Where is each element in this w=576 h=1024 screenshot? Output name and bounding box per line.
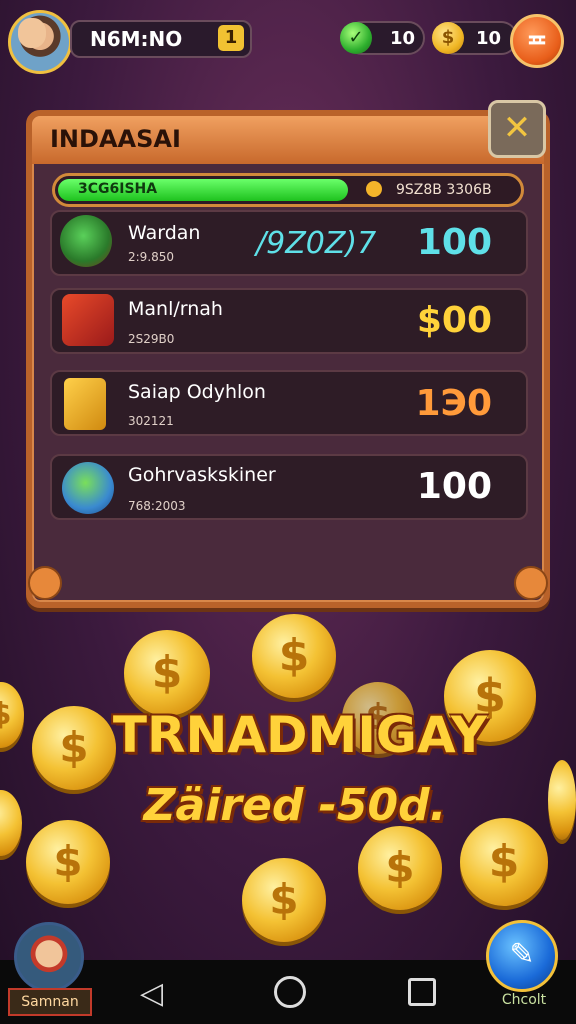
row-sub: 2:9.850 xyxy=(128,250,175,264)
banner-flag-icon xyxy=(64,378,106,430)
flashlight-icon[interactable]: ✎ xyxy=(486,920,558,992)
angry-face-icon[interactable]: ≖ xyxy=(510,14,564,68)
progress-label: 3CG6ISHA xyxy=(78,181,158,197)
progress-marker-icon xyxy=(366,181,382,197)
coins-count: 10 xyxy=(476,28,502,49)
salad-bowl-icon xyxy=(62,462,114,514)
crossed-swords-icon[interactable]: ✕ xyxy=(488,100,546,158)
coin-icon xyxy=(0,790,22,856)
row-value: 100 xyxy=(416,466,492,507)
coin-icon: $ xyxy=(460,818,548,906)
coin-icon: $ xyxy=(124,630,210,716)
row-sub: 302121 xyxy=(128,414,174,428)
bottom-avatar[interactable] xyxy=(14,922,84,992)
row-name: Wardan xyxy=(128,222,201,244)
avatar-face xyxy=(18,18,46,48)
panel-corner-ornament xyxy=(28,566,62,600)
player-name: N6M:NO xyxy=(90,27,183,51)
row-name: Manl/rnah xyxy=(128,298,223,320)
coin-icon: $ xyxy=(358,826,442,910)
gems-count: 10 xyxy=(390,28,416,49)
coin-icon: $ xyxy=(0,682,24,748)
gem-icon: ✓ xyxy=(340,22,372,54)
coin-icon: $ xyxy=(26,820,110,904)
promo-subtitle: Zäired -50d. xyxy=(143,780,447,831)
row-name: Gohrvaskskiner xyxy=(128,464,276,486)
coin-icon: $ xyxy=(242,858,326,942)
row-sub: 2S29B0 xyxy=(128,332,175,346)
avatar-label[interactable]: Samnan xyxy=(8,988,92,1016)
coin-icon: $ xyxy=(432,22,464,54)
row-sub: 768:2003 xyxy=(128,499,186,513)
coin-icon xyxy=(548,760,576,840)
promo-title: TRNADMIGAY xyxy=(112,706,488,764)
panel-corner-ornament xyxy=(514,566,548,600)
back-icon[interactable]: ◁ xyxy=(140,976,163,1011)
row-value: $00 xyxy=(416,300,492,341)
coin-icon: $ xyxy=(252,614,336,698)
row-name: Saiap Odyhlon xyxy=(128,381,266,403)
level-badge: 1 xyxy=(218,25,244,51)
home-icon[interactable] xyxy=(274,976,306,1008)
green-turtle-icon xyxy=(60,215,112,267)
row-value: 100 xyxy=(416,222,492,263)
progress-value: 9SZ8B 3306B xyxy=(396,182,492,198)
red-shield-icon xyxy=(62,294,114,346)
row-value: 1Э0 xyxy=(415,383,492,424)
panel-title: INDAASAI xyxy=(50,125,181,153)
recents-icon[interactable] xyxy=(408,978,436,1006)
action-label[interactable]: Chcolt xyxy=(476,992,572,1008)
